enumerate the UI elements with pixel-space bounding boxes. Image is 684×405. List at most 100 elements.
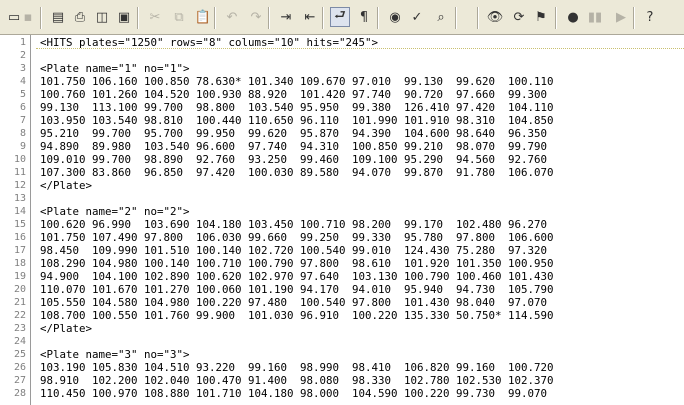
toolbar-separator [455, 7, 457, 29]
line-text: 100.620 96.990 103.690 104.180 103.450 1… [40, 218, 548, 231]
save-button[interactable]: ▪ [18, 7, 38, 27]
bookmark-navigation-button[interactable]: ▮▮ [585, 7, 605, 27]
editor-line: 18 108.290 104.980 100.140 100.710 100.79… [0, 257, 684, 270]
editor-line: 9 94.890 89.980 103.540 96.600 97.740 94.… [0, 140, 684, 153]
line-number: 23 [13, 323, 26, 334]
line-number: 27 [13, 375, 26, 386]
line-text: 103.950 103.540 98.810 100.440 110.650 9… [40, 114, 554, 127]
editor-line: 28 110.450 100.970 108.880 101.710 104.18… [0, 387, 684, 400]
line-text: 100.760 101.260 104.520 100.930 88.920 1… [40, 88, 548, 101]
line-text: 109.010 99.700 98.890 92.760 93.250 99.4… [40, 153, 548, 166]
indent-button[interactable]: ⇥ [276, 7, 296, 27]
print-preview-button[interactable]: ◫ [92, 7, 112, 27]
editor-line: 3 <Plate name="1" no="1"> [0, 62, 684, 75]
line-text: 101.750 106.160 100.850 78.630* 101.340 … [40, 75, 554, 88]
editor-line: 19 94.900 104.100 102.890 100.620 102.970… [0, 270, 684, 283]
page-setup-icon: ▣ [117, 9, 131, 25]
editor-line: 4 101.750 106.160 100.850 78.630* 101.340… [0, 75, 684, 88]
editor-line: 2 [0, 49, 684, 62]
goto-button[interactable]: ⚑ [531, 7, 551, 27]
line-number: 21 [13, 297, 26, 308]
line-number: 10 [13, 154, 26, 165]
cut-button[interactable]: ✂ [145, 7, 165, 27]
undo-button[interactable]: ↶ [222, 7, 242, 27]
paste-icon: 📋 [194, 9, 212, 25]
toolbar-separator [322, 7, 324, 29]
cut-icon: ✂ [149, 9, 161, 25]
print-icon: ⎙ [74, 9, 86, 25]
text-editor[interactable]: 1 <HITS plates="1250" rows="8" colums="10… [0, 35, 684, 405]
line-number: 13 [13, 193, 26, 204]
next-bookmark-button[interactable]: ▶ [611, 7, 631, 27]
editor-line: 21 105.550 104.580 104.980 100.220 97.480… [0, 296, 684, 309]
find-button[interactable]: 👁 [485, 7, 505, 27]
line-number: 24 [13, 336, 26, 347]
line-number: 8 [19, 128, 26, 139]
spell-check-icon: ✓ [411, 9, 423, 25]
redo-icon: ↷ [250, 9, 262, 25]
paste-button[interactable]: 📋 [193, 7, 213, 27]
line-text: 99.130 113.100 99.700 98.800 103.540 95.… [40, 101, 554, 114]
editor-line: 5 100.760 101.260 104.520 100.930 88.920 … [0, 88, 684, 101]
line-number: 12 [13, 180, 26, 191]
toolbar: ▭ ▪ ▤ ⎙ ◫ ▣ ✂ ⧉ 📋 ↶ ↷ ⇥ ⇤ ⮐ ¶ ◉ ✓ ⌕ 👁 ⟳ ⚑ ● ▮▮ ▶? [0, 0, 684, 35]
find-in-files-icon: ⌕ [437, 9, 445, 25]
toolbar-separator [214, 7, 216, 29]
line-number: 2 [19, 50, 26, 61]
toggle-bookmark-button[interactable]: ● [563, 7, 583, 27]
pilcrow-icon: ¶ [359, 9, 369, 25]
replace-icon: ⟳ [513, 9, 525, 25]
line-number: 6 [19, 102, 26, 113]
replace-button[interactable]: ⟳ [509, 7, 529, 27]
editor-line: 13 [0, 192, 684, 205]
line-text: 98.910 102.200 102.040 100.470 91.400 98… [40, 374, 554, 387]
editor-line: 16 101.750 107.490 97.800 106.030 99.660 … [0, 231, 684, 244]
find-in-files-button[interactable]: ⌕ [431, 7, 451, 27]
line-text: 108.290 104.980 100.140 100.710 100.790 … [40, 257, 554, 270]
line-number: 4 [19, 76, 26, 87]
word-wrap-button[interactable]: ⮐ [330, 7, 350, 27]
line-text: 98.450 109.990 101.510 100.140 102.720 1… [40, 244, 548, 257]
outdent-icon: ⇤ [304, 9, 316, 25]
line-number: 14 [13, 206, 26, 217]
line-number: 17 [13, 245, 26, 256]
editor-line: 14 <Plate name="2" no="2"> [0, 205, 684, 218]
line-number: 22 [13, 310, 26, 321]
find-icon: 👁 [486, 9, 504, 25]
line-number: 18 [13, 258, 26, 269]
next-bookmark-icon: ▶ [616, 9, 626, 25]
save-icon: ▪ [23, 9, 33, 25]
line-number: 15 [13, 219, 26, 230]
editor-line: 26 103.190 105.830 104.510 93.220 99.160 … [0, 361, 684, 374]
redo-button[interactable]: ↷ [246, 7, 266, 27]
editor-line: 10 109.010 99.700 98.890 92.760 93.250 99… [0, 153, 684, 166]
spell-check-button[interactable]: ✓ [407, 7, 427, 27]
file-list-button[interactable]: ▤ [48, 7, 68, 27]
pilcrow-button[interactable]: ¶ [354, 7, 374, 27]
bookmark-navigation-icon: ▮▮ [587, 9, 603, 25]
editor-line: 8 95.210 99.700 95.700 99.950 99.620 95.8… [0, 127, 684, 140]
line-number: 9 [19, 141, 26, 152]
context-help-button[interactable]: ? [640, 7, 660, 27]
editor-line: 25 <Plate name="3" no="3"> [0, 348, 684, 361]
line-text: <Plate name="3" no="3"> [40, 348, 190, 361]
line-number: 5 [19, 89, 26, 100]
print-preview-icon: ◫ [95, 9, 109, 25]
line-number: 11 [13, 167, 26, 178]
editor-line: 6 99.130 113.100 99.700 98.800 103.540 95… [0, 101, 684, 114]
line-number: 28 [13, 388, 26, 399]
copy-icon: ⧉ [174, 9, 184, 25]
line-text: 105.550 104.580 104.980 100.220 97.480 1… [40, 296, 548, 309]
editor-line: 11 107.300 83.860 96.850 97.420 100.030 8… [0, 166, 684, 179]
line-text: </Plate> [40, 179, 93, 192]
print-button[interactable]: ⎙ [70, 7, 90, 27]
outdent-button[interactable]: ⇤ [300, 7, 320, 27]
line-number: 19 [13, 271, 26, 282]
editor-line: 1 <HITS plates="1250" rows="8" colums="10… [0, 36, 684, 49]
editor-line: 15 100.620 96.990 103.690 104.180 103.450… [0, 218, 684, 231]
editor-line: 23 </Plate> [0, 322, 684, 335]
web-browser-button[interactable]: ◉ [385, 7, 405, 27]
page-setup-button[interactable]: ▣ [114, 7, 134, 27]
copy-button[interactable]: ⧉ [169, 7, 189, 27]
word-wrap-icon: ⮐ [334, 8, 346, 23]
